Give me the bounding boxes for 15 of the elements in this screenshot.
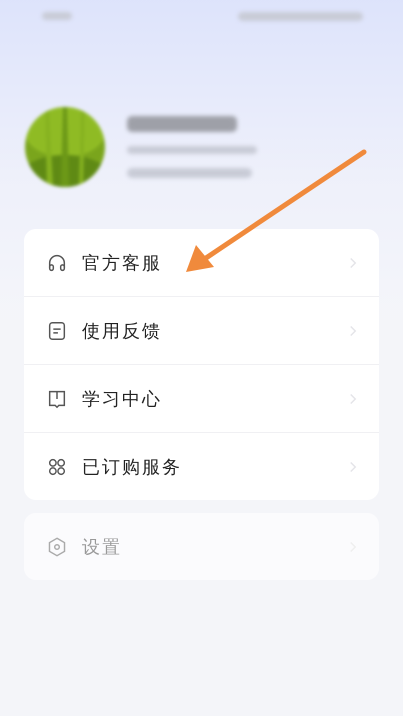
menu-item[interactable]: 学习中心 xyxy=(24,365,379,433)
menu-item[interactable]: 使用反馈 xyxy=(24,297,379,365)
menu-label: 已订购服务 xyxy=(82,456,183,478)
blurred-time xyxy=(42,12,72,20)
document-icon xyxy=(46,320,68,342)
menu-label: 学习中心 xyxy=(82,388,163,410)
chevron-icon xyxy=(349,460,357,472)
chevron-icon xyxy=(349,256,357,268)
settings-icon xyxy=(46,536,68,558)
menu-item[interactable]: 已订购服务 xyxy=(24,433,379,500)
chevron-icon xyxy=(349,324,357,336)
chevron-icon xyxy=(349,392,357,404)
menu-label: 官方客服 xyxy=(82,252,163,274)
menu-label: 使用反馈 xyxy=(82,320,163,342)
settings-label: 设置 xyxy=(82,536,123,558)
